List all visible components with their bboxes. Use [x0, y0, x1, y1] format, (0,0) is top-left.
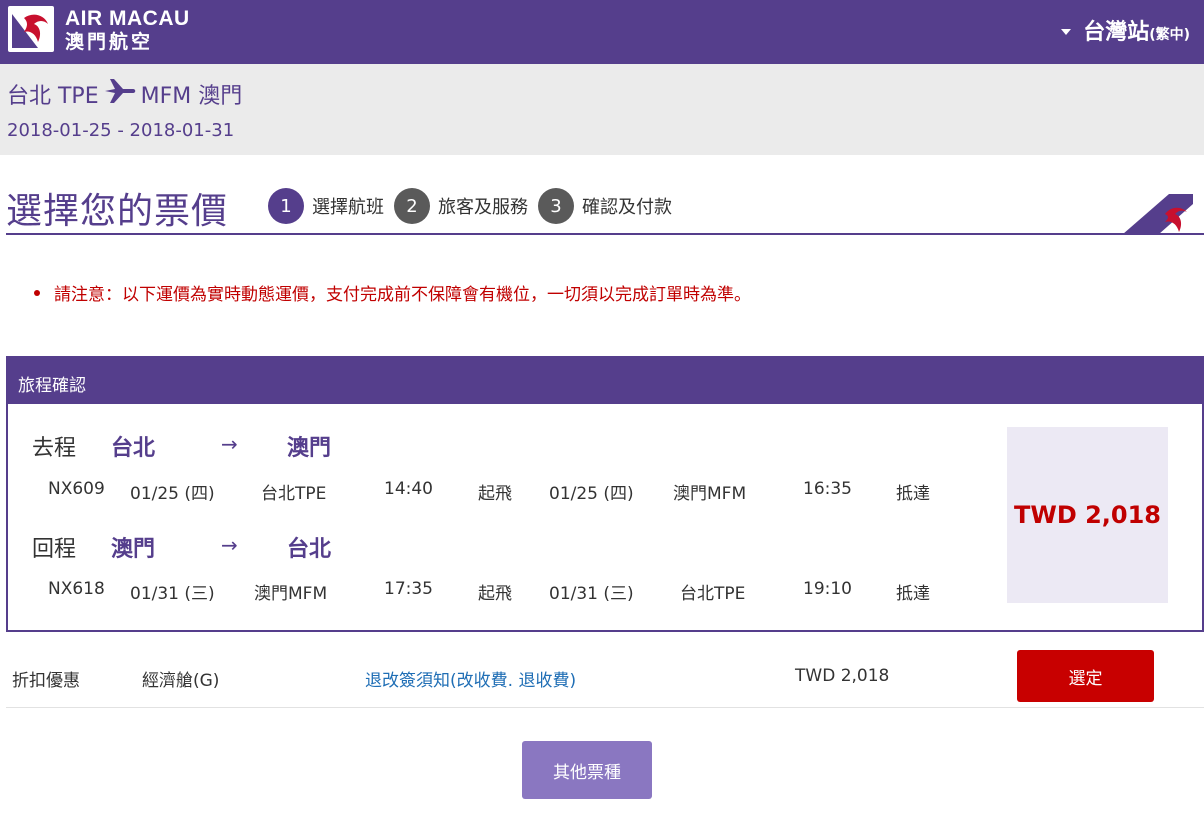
route-destination: MFM 澳門: [140, 84, 243, 109]
logo-en: AIR MACAU: [65, 7, 190, 30]
bullet-icon: [34, 289, 40, 296]
return-from-city: 澳門: [111, 537, 156, 562]
route-origin: 台北 TPE: [7, 84, 99, 109]
outbound-from-city: 台北: [111, 436, 156, 461]
step-label: 確認及付款: [582, 197, 672, 218]
fare-type: 折扣優惠: [12, 671, 80, 691]
departure-airport: 澳門MFM: [254, 584, 328, 604]
arrival-airport: 台北TPE: [680, 584, 746, 604]
arrival-airport: 澳門MFM: [673, 484, 747, 504]
title-divider: [6, 233, 1204, 235]
fare-notice: 請注意：以下運價為實時動態運價，支付完成前不保障會有機位，一切須以完成訂單時為準…: [34, 280, 751, 305]
departure-word: 起飛: [478, 584, 512, 604]
select-fare-button[interactable]: 選定: [1017, 650, 1154, 702]
fare-cabin: 經濟艙(G): [142, 671, 220, 691]
fare-row: 折扣優惠 經濟艙(G) 退改簽須知(改收費. 退收費) TWD 2,018 選定: [6, 650, 1204, 708]
logo-zh: 澳門航空: [65, 31, 154, 53]
departure-date: 01/25 (四): [130, 484, 215, 504]
route-line: 台北 TPE MFM 澳門: [7, 78, 242, 110]
total-price-panel: TWD 2,018: [1007, 427, 1168, 603]
site-selector[interactable]: 台灣站 (繁中): [1061, 14, 1190, 46]
arrival-word: 抵達: [896, 584, 930, 604]
arrival-word: 抵達: [896, 484, 930, 504]
site-name: 台灣站: [1083, 20, 1150, 45]
departure-date: 01/31 (三): [130, 584, 215, 604]
fare-rules-link[interactable]: 退改簽須知(改收費. 退收費): [365, 666, 576, 691]
airplane-icon: [103, 78, 137, 110]
outbound-to-city: 澳門: [287, 436, 332, 461]
departure-word: 起飛: [478, 484, 512, 504]
arrow-right-icon: →: [221, 533, 238, 557]
outbound-label: 去程: [32, 436, 77, 461]
air-macau-logo[interactable]: [8, 6, 54, 52]
step-number: 3: [538, 188, 574, 224]
flight-number: NX609: [48, 479, 105, 499]
route-dates: 2018-01-25 - 2018-01-31: [7, 120, 235, 141]
top-bar: AIR MACAU 澳門航空 台灣站 (繁中): [0, 0, 1204, 64]
arrival-date: 01/31 (三): [549, 584, 634, 604]
site-language: (繁中): [1149, 27, 1190, 43]
arrow-right-icon: →: [221, 432, 238, 456]
itinerary-header: 旅程確認: [6, 356, 1204, 404]
page-title: 選擇您的票價: [6, 191, 229, 232]
total-price: TWD 2,018: [1013, 501, 1162, 529]
step-payment: 3 確認及付款: [538, 188, 672, 224]
step-number: 2: [394, 188, 430, 224]
booking-steps: 1 選擇航班 2 旅客及服務 3 確認及付款: [268, 188, 682, 224]
step-label: 選擇航班: [312, 197, 384, 218]
departure-time: 17:35: [384, 579, 433, 599]
departure-airport: 台北TPE: [261, 484, 327, 504]
departure-time: 14:40: [384, 479, 433, 499]
return-label: 回程: [32, 537, 77, 562]
arrival-time: 16:35: [803, 479, 852, 499]
flight-number: NX618: [48, 579, 105, 599]
logo-text: AIR MACAU 澳門航空: [65, 8, 190, 54]
other-fares-button[interactable]: 其他票種: [522, 741, 652, 799]
caret-down-icon: [1061, 29, 1072, 35]
lotus-icon: [12, 14, 48, 48]
itinerary-body: 去程 台北 → 澳門 NX609 01/25 (四) 台北TPE 14:40 起…: [6, 404, 1204, 632]
return-to-city: 台北: [287, 537, 332, 562]
tail-logo-icon: [1123, 194, 1193, 238]
notice-text: 請注意：以下運價為實時動態運價，支付完成前不保障會有機位，一切須以完成訂單時為準…: [54, 285, 751, 305]
arrival-time: 19:10: [803, 579, 852, 599]
step-number: 1: [268, 188, 304, 224]
arrival-date: 01/25 (四): [549, 484, 634, 504]
step-passengers: 2 旅客及服務: [394, 188, 528, 224]
step-label: 旅客及服務: [438, 197, 528, 218]
fare-price: TWD 2,018: [795, 666, 890, 686]
step-select-flight: 1 選擇航班: [268, 188, 384, 224]
